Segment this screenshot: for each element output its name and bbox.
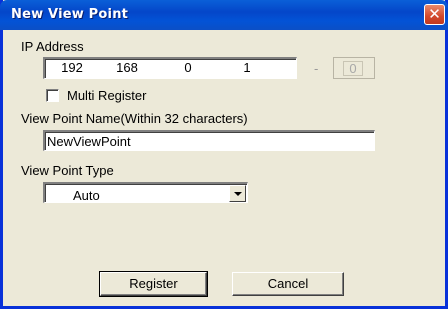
ip-address-label: IP Address	[21, 39, 84, 54]
ip-address-field[interactable]: 192 168 0 1	[43, 57, 297, 79]
ip-octet-3[interactable]: 0	[168, 60, 208, 75]
multi-register-label: Multi Register	[67, 88, 147, 103]
close-icon: ✕	[428, 5, 441, 23]
ip-range-separator: -	[314, 61, 319, 76]
cancel-button[interactable]: Cancel	[232, 272, 344, 296]
dialog-title: New View Point	[11, 7, 129, 22]
new-view-point-dialog: New View Point ✕ IP Address 192 168 0 1 …	[0, 0, 448, 309]
view-point-name-input[interactable]: NewViewPoint	[43, 130, 375, 151]
close-button[interactable]: ✕	[424, 4, 445, 25]
title-bar[interactable]: New View Point ✕	[0, 0, 448, 30]
ip-octet-2[interactable]: 168	[107, 60, 147, 75]
view-point-name-label: View Point Name(Within 32 characters)	[21, 111, 248, 126]
ip-range-end-value: 0	[343, 61, 363, 76]
view-point-type-value: Auto	[73, 188, 100, 203]
view-point-type-label: View Point Type	[21, 163, 114, 178]
ip-octet-1[interactable]: 192	[52, 60, 92, 75]
multi-register-checkbox[interactable]	[46, 89, 59, 102]
ip-range-end-field: 0	[333, 57, 375, 79]
ip-octet-4[interactable]: 1	[227, 60, 267, 75]
view-point-type-select[interactable]: Auto	[43, 182, 248, 203]
chevron-down-icon[interactable]	[229, 185, 246, 202]
register-button[interactable]: Register	[99, 271, 208, 297]
